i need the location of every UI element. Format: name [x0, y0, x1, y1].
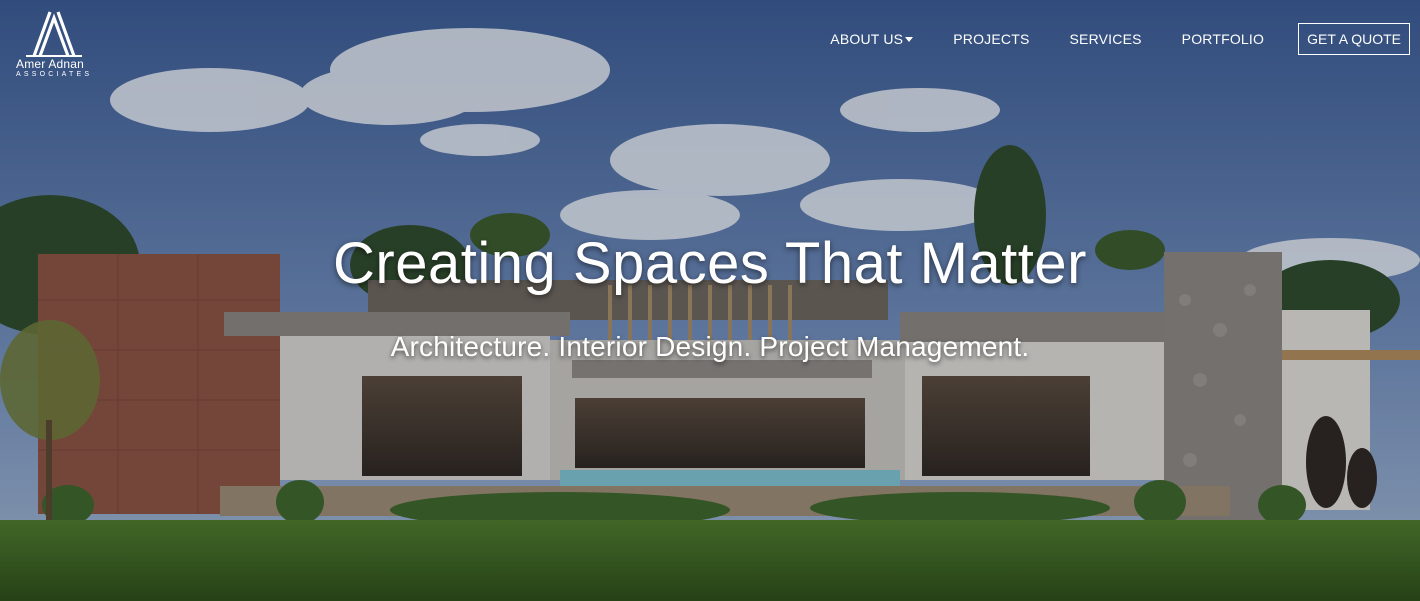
nav-item-label: ABOUT US — [830, 31, 904, 47]
hero-overlay — [0, 0, 1420, 601]
nav-item-label: SERVICES — [1069, 31, 1142, 47]
nav-item-projects[interactable]: PROJECTS — [953, 31, 1029, 47]
brand-logo[interactable]: Amer Adnan ASSOCIATES — [14, 8, 94, 84]
hero-headline: Creating Spaces That Matter — [333, 231, 1087, 296]
brand-subtitle: ASSOCIATES — [16, 71, 93, 78]
nav-item-label: PROJECTS — [953, 31, 1030, 47]
get-a-quote-button[interactable]: GET A QUOTE — [1298, 23, 1410, 55]
nav-item-services[interactable]: SERVICES — [1070, 31, 1142, 47]
brand-name: Amer Adnan — [16, 57, 85, 71]
nav-item-label: PORTFOLIO — [1181, 31, 1265, 47]
main-navigation: ABOUT US PROJECTS SERVICES PORTFOLIO GET… — [830, 22, 1410, 56]
tent-peaks-logo-icon — [26, 11, 82, 57]
hero-tagline: Architecture. Interior Design. Project M… — [390, 331, 1030, 362]
nav-item-portfolio[interactable]: PORTFOLIO — [1182, 31, 1264, 47]
hero-section — [0, 0, 1420, 601]
caret-down-icon — [905, 37, 914, 42]
nav-item-about-us[interactable]: ABOUT US — [830, 31, 914, 47]
